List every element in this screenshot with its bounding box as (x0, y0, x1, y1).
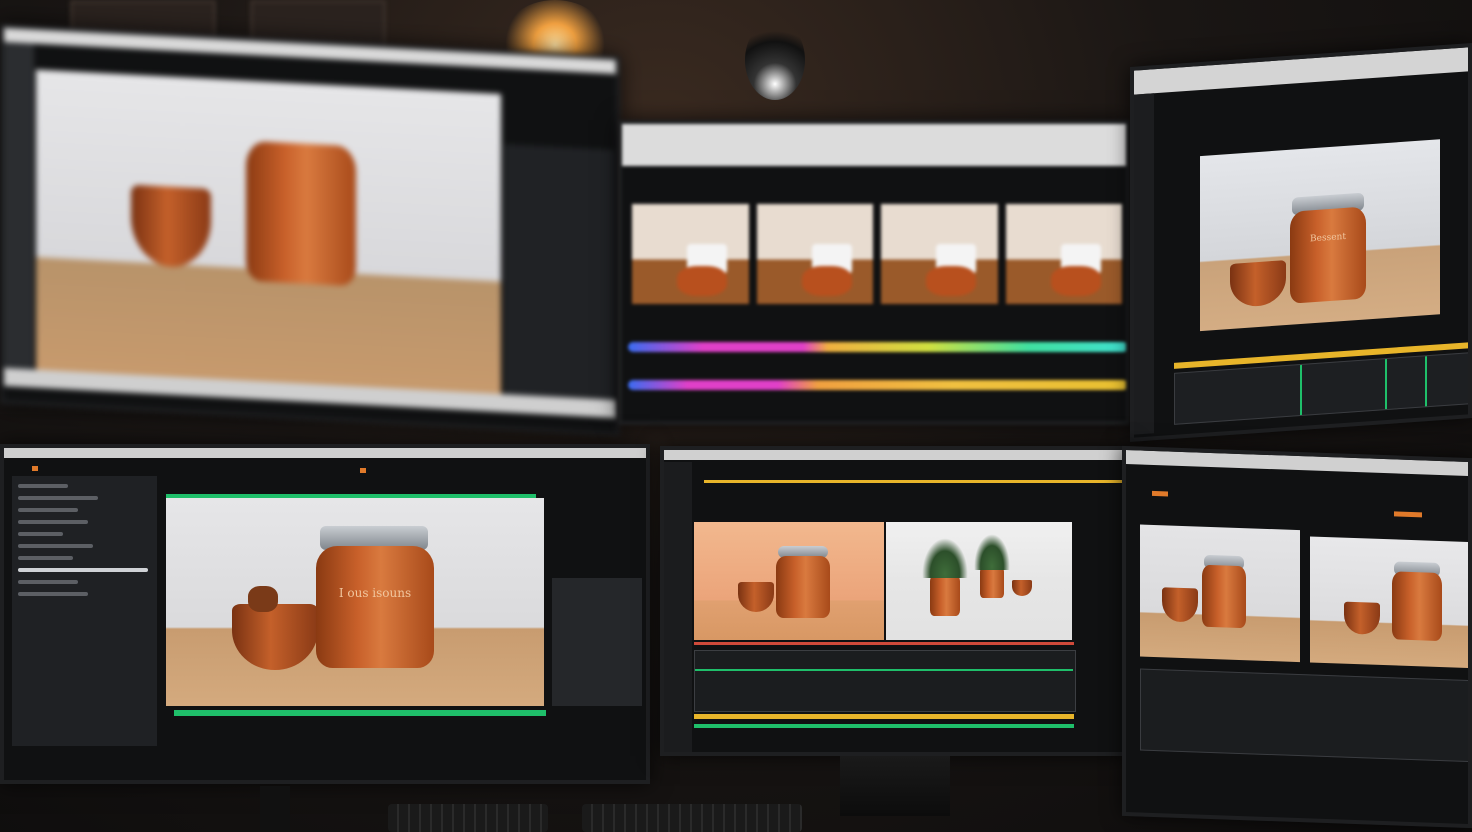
keyboard-right (582, 804, 802, 832)
green-track-bottom (174, 710, 546, 716)
jar (1290, 206, 1366, 304)
filmstrip-thumbnail (1005, 204, 1122, 304)
green-clip (695, 669, 1073, 671)
project-panel (12, 476, 157, 746)
timeline-area (1140, 668, 1472, 763)
tree-row (18, 556, 73, 560)
orange-marker (1394, 511, 1422, 518)
tree-row (18, 496, 98, 500)
timeline-marker (1385, 358, 1387, 410)
green-track (694, 724, 1074, 728)
timeline-marker (1300, 364, 1302, 416)
filmstrip-thumbnail (756, 204, 873, 304)
effects-panel (552, 578, 642, 706)
timeline-area (694, 650, 1076, 712)
bowl-contents (248, 586, 278, 612)
plant-leaves (974, 534, 1010, 570)
preview-viewer (36, 69, 501, 395)
bowl (1162, 587, 1198, 623)
orange-ruler (704, 480, 1124, 483)
tree-row (18, 532, 63, 536)
yellow-track (694, 714, 1074, 719)
bowl (232, 604, 318, 670)
ceiling-spotlight (745, 20, 805, 100)
monitor-top-center (618, 120, 1130, 425)
tree-row (18, 580, 78, 584)
bowl (1344, 601, 1380, 635)
orange-marker (360, 468, 366, 473)
jar (316, 546, 434, 668)
monitor-bottom-left: I ous isouns (0, 444, 650, 784)
bowl (1230, 260, 1286, 308)
tree-row (18, 508, 78, 512)
monitor-bottom-center (660, 446, 1130, 756)
preview-left (694, 522, 884, 640)
jar (1202, 564, 1246, 629)
window-titlebar (1134, 47, 1468, 95)
monitor-stand (260, 786, 290, 832)
timeline-track-1 (628, 342, 1126, 352)
monitor-stand (840, 756, 950, 816)
small-fruit (1012, 580, 1032, 596)
tree-row-selected (18, 568, 148, 572)
filmstrip-thumbnail (881, 204, 998, 304)
tree-row (18, 544, 93, 548)
preview-right (886, 522, 1072, 640)
tree-row (18, 520, 88, 524)
side-panel (1134, 93, 1154, 435)
tree-row (18, 592, 88, 596)
red-track (694, 642, 1074, 645)
jar (246, 140, 356, 287)
window-titlebar (1126, 450, 1468, 476)
inspector-panel (504, 144, 614, 400)
window-titlebar (622, 124, 1126, 166)
plant-pot (980, 566, 1004, 598)
timeline-marker (1425, 356, 1427, 407)
plant-leaves (922, 538, 968, 578)
monitor-bottom-right (1122, 445, 1472, 829)
plant-pot (930, 574, 960, 616)
filmstrip (632, 204, 1122, 304)
filmstrip-thumbnail (632, 204, 749, 304)
jar (1392, 571, 1442, 642)
keyboard-left (388, 804, 548, 832)
preview-right (1310, 536, 1472, 669)
bowl (131, 184, 211, 269)
orange-marker (1152, 490, 1168, 497)
jar-text: I ous isouns (338, 586, 412, 600)
monitor-top-right: Bessent (1130, 43, 1472, 442)
side-panel (4, 41, 34, 384)
left-toolbar (664, 462, 692, 752)
timeline-track-2 (628, 380, 1126, 390)
window-titlebar (664, 450, 1126, 460)
bowl (738, 582, 774, 612)
tree-row (18, 484, 68, 488)
preview-left (1140, 524, 1300, 663)
preview-viewer: I ous isouns (166, 498, 544, 706)
preview-viewer: Bessent (1200, 139, 1440, 332)
orange-marker (32, 466, 38, 471)
monitor-top-left (0, 23, 620, 437)
window-titlebar (4, 448, 646, 458)
jar (776, 556, 830, 618)
